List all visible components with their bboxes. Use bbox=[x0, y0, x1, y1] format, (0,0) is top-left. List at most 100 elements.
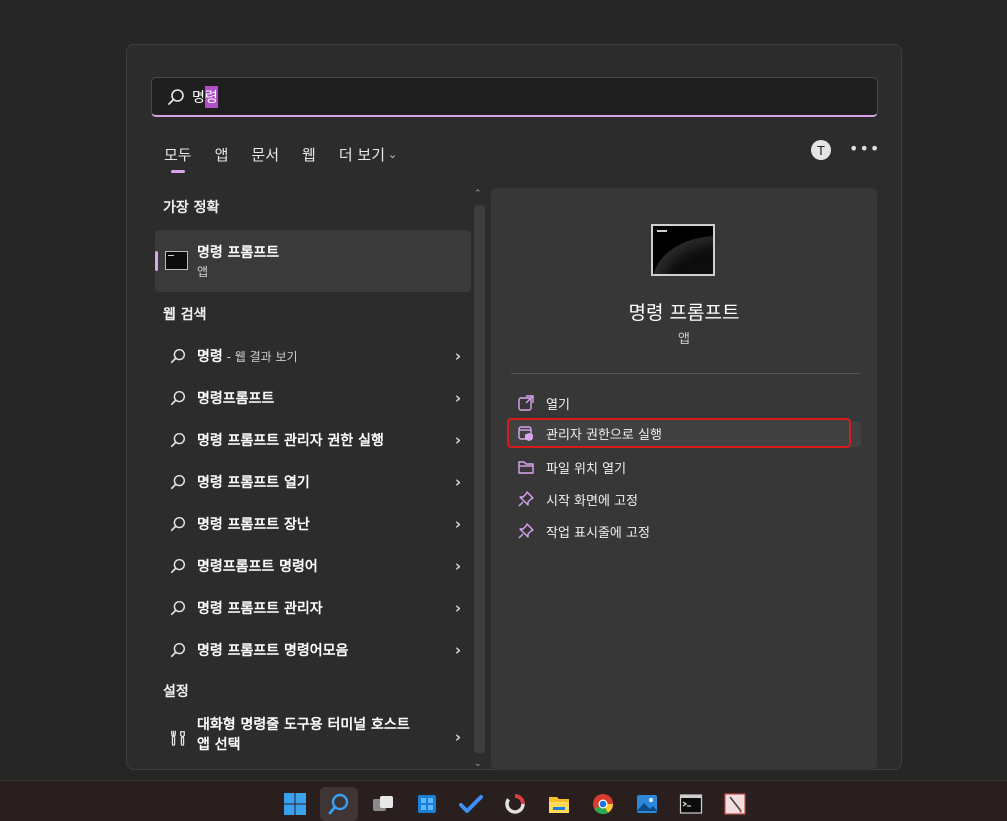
command-prompt-icon bbox=[165, 251, 188, 270]
chrome-icon[interactable] bbox=[584, 787, 622, 821]
avatar[interactable]: T bbox=[811, 140, 831, 160]
open-action-label: 열기 bbox=[546, 397, 570, 413]
search-icon bbox=[170, 600, 186, 616]
pin-to-start-label: 시작 화면에 고정 bbox=[546, 493, 638, 509]
chevron-right-icon: › bbox=[454, 431, 461, 449]
search-typed-text: 명 bbox=[192, 89, 205, 106]
search-icon bbox=[170, 516, 186, 532]
web-search-heading: 웹 검색 bbox=[163, 307, 207, 323]
open-file-location-action[interactable]: 파일 위치 열기 bbox=[507, 452, 861, 482]
results-list: 가장 정확 명령 프롬프트 앱 웹 검색 명령 - 웹 결과 보기 › 명령프롬… bbox=[155, 189, 471, 769]
best-match-item[interactable]: 명령 프롬프트 앱 bbox=[155, 230, 471, 292]
paint-icon[interactable] bbox=[716, 787, 754, 821]
command-prompt-large-icon bbox=[651, 224, 715, 276]
app-detail-pane: 명령 프롬프트 앱 열기 관리자 권한으로 실행 파일 위치 열기 시작 화면에… bbox=[491, 188, 877, 770]
filter-tabs: 모두 앱 문서 웹 더 보기 ⌄ bbox=[164, 141, 420, 173]
photos-icon[interactable] bbox=[628, 787, 666, 821]
web-result-query: 명령 bbox=[197, 349, 223, 365]
tab-more[interactable]: 더 보기 ⌄ bbox=[339, 141, 397, 167]
scroll-down-arrow-icon[interactable]: ⌄ bbox=[474, 759, 482, 769]
shield-run-admin-icon bbox=[518, 426, 533, 441]
start-search-panel: 명령 모두 앱 문서 웹 더 보기 ⌄ T ••• 가장 정확 명령 프롬프트 앱… bbox=[126, 44, 902, 770]
best-match-heading: 가장 정확 bbox=[163, 200, 220, 216]
web-result-label: 명령 프롬프트 장난 bbox=[197, 517, 310, 533]
search-icon bbox=[170, 390, 186, 406]
search-icon bbox=[170, 432, 186, 448]
search-icon bbox=[170, 348, 186, 364]
tab-web[interactable]: 웹 bbox=[302, 141, 316, 167]
more-options-button[interactable]: ••• bbox=[849, 139, 880, 158]
scrollbar-thumb[interactable] bbox=[474, 205, 485, 753]
search-icon[interactable] bbox=[320, 787, 358, 821]
taskbar bbox=[0, 780, 1007, 821]
search-input[interactable]: 명령 bbox=[151, 77, 878, 117]
detail-app-type: 앱 bbox=[678, 332, 690, 347]
search-icon bbox=[168, 88, 184, 105]
settings-heading: 설정 bbox=[163, 684, 189, 700]
tab-all[interactable]: 모두 bbox=[164, 141, 192, 173]
task-view-icon[interactable] bbox=[364, 787, 402, 821]
pin-to-taskbar-label: 작업 표시줄에 고정 bbox=[546, 525, 650, 541]
pin-to-taskbar-action[interactable]: 작업 표시줄에 고정 bbox=[507, 516, 861, 546]
open-action[interactable]: 열기 bbox=[507, 388, 861, 418]
divider bbox=[511, 373, 860, 374]
settings-item-label: 대화형 명령줄 도구용 터미널 호스트 앱 선택 bbox=[197, 717, 410, 753]
file-explorer-icon[interactable] bbox=[540, 787, 578, 821]
pin-icon bbox=[518, 523, 534, 539]
chevron-right-icon: › bbox=[454, 599, 461, 617]
tab-documents-label: 문서 bbox=[251, 145, 280, 164]
best-match-subtitle: 앱 bbox=[197, 265, 209, 279]
tab-apps-label: 앱 bbox=[214, 145, 229, 164]
web-result-label: 명령 프롬프트 열기 bbox=[197, 475, 310, 491]
selection-indicator bbox=[155, 251, 158, 271]
web-result-item[interactable]: 명령 프롬프트 관리자 › bbox=[155, 589, 471, 627]
web-result-item[interactable]: 명령 - 웹 결과 보기 › bbox=[155, 337, 471, 375]
chevron-right-icon: › bbox=[454, 641, 461, 659]
search-icon bbox=[170, 558, 186, 574]
web-result-label: 명령 프롬프트 관리자 bbox=[197, 601, 323, 617]
store-icon[interactable] bbox=[408, 787, 446, 821]
results-scrollbar[interactable]: ⌃ ⌄ bbox=[471, 189, 487, 769]
open-file-location-label: 파일 위치 열기 bbox=[546, 461, 627, 477]
search-icon bbox=[170, 474, 186, 490]
chevron-right-icon: › bbox=[454, 347, 461, 365]
wrench-screwdriver-icon bbox=[171, 730, 185, 746]
run-as-admin-action[interactable]: 관리자 권한으로 실행 bbox=[507, 418, 851, 448]
chevron-right-icon: › bbox=[454, 389, 461, 407]
search-selected-text: 령 bbox=[204, 85, 218, 108]
tab-apps[interactable]: 앱 bbox=[215, 141, 229, 167]
chevron-down-icon: ⌄ bbox=[388, 147, 398, 161]
tab-web-label: 웹 bbox=[302, 145, 316, 164]
tab-all-label: 모두 bbox=[164, 145, 192, 164]
search-icon bbox=[170, 642, 186, 658]
web-result-item[interactable]: 명령 프롬프트 장난 › bbox=[155, 505, 471, 543]
web-result-item[interactable]: 명령프롬프트 명령어 › bbox=[155, 547, 471, 585]
chevron-right-icon: › bbox=[454, 728, 461, 746]
web-result-label: 명령프롬프트 bbox=[197, 391, 275, 407]
tab-documents[interactable]: 문서 bbox=[251, 141, 279, 167]
search-query: 명령 bbox=[192, 85, 218, 108]
best-match-title: 명령 프롬프트 bbox=[197, 245, 280, 261]
scroll-up-arrow-icon[interactable]: ⌃ bbox=[474, 189, 482, 199]
folder-icon bbox=[518, 461, 534, 474]
web-result-item[interactable]: 명령 프롬프트 명령어모음 › bbox=[155, 631, 471, 669]
detail-app-title: 명령 프롬프트 bbox=[628, 302, 740, 324]
chevron-right-icon: › bbox=[454, 515, 461, 533]
pin-icon bbox=[518, 491, 534, 507]
settings-item[interactable]: 대화형 명령줄 도구용 터미널 호스트 앱 선택 › bbox=[155, 715, 471, 759]
pin-to-start-action[interactable]: 시작 화면에 고정 bbox=[507, 484, 861, 514]
web-result-label: 명령 - 웹 결과 보기 bbox=[197, 346, 298, 366]
run-as-admin-label: 관리자 권한으로 실행 bbox=[546, 427, 662, 443]
chevron-right-icon: › bbox=[454, 473, 461, 491]
todo-icon[interactable] bbox=[452, 787, 490, 821]
web-result-label: 명령프롬프트 명령어 bbox=[197, 559, 318, 575]
tab-more-label: 더 보기 bbox=[338, 145, 386, 164]
command-prompt-icon[interactable] bbox=[672, 787, 710, 821]
app-circle-icon[interactable] bbox=[496, 787, 534, 821]
web-result-item[interactable]: 명령프롬프트 › bbox=[155, 379, 471, 417]
open-external-icon bbox=[518, 395, 534, 411]
web-result-item[interactable]: 명령 프롬프트 관리자 권한 실행 › bbox=[155, 421, 471, 459]
web-result-item[interactable]: 명령 프롬프트 열기 › bbox=[155, 463, 471, 501]
windows-start-icon[interactable] bbox=[276, 787, 314, 821]
web-result-suffix: - 웹 결과 보기 bbox=[222, 350, 298, 364]
